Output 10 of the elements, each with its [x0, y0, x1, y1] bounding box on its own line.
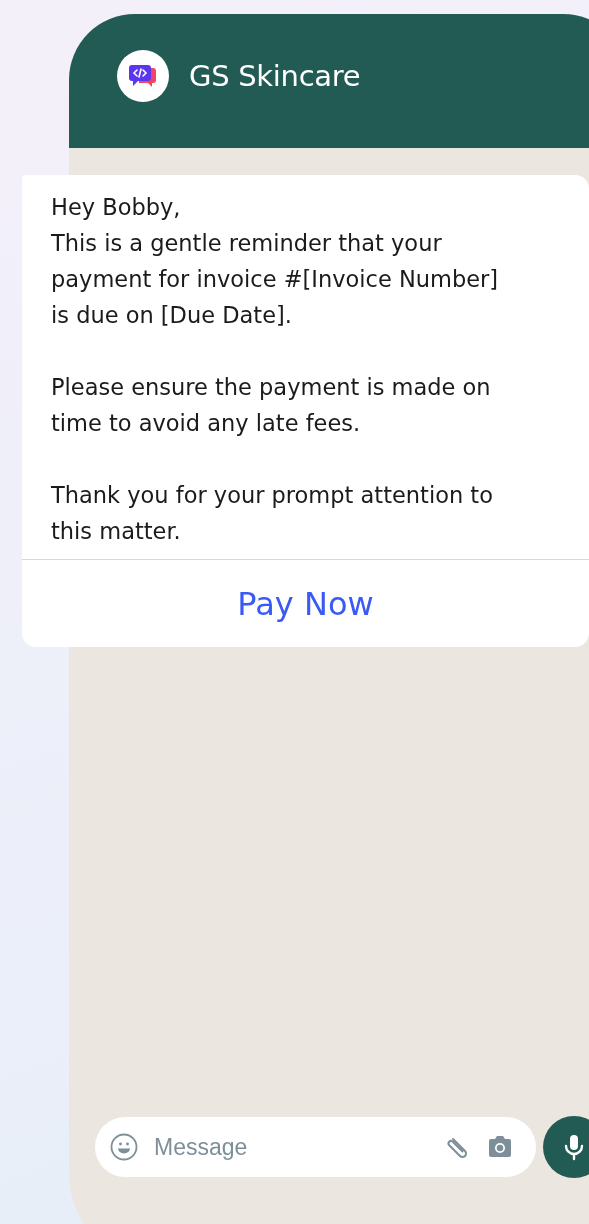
message-text: Hey Bobby, This is a gentle reminder that your payment for invoice #[Invoice Number] is due on [Due Date]. [51, 193, 500, 330]
emoji-icon[interactable] [110, 1133, 138, 1161]
message-text: Thank you for your prompt attention to this matter. [51, 481, 494, 546]
chat-title: GS Skincare [189, 59, 361, 93]
microphone-button[interactable] [543, 1116, 589, 1178]
message-input-field[interactable]: Message [152, 1132, 430, 1162]
logo-icon [117, 50, 169, 102]
message-bar[interactable]: Message [95, 1117, 536, 1177]
message-text: Please ensure the payment is made on time to avoid any late fees. [51, 373, 492, 438]
pay-now-button[interactable]: Pay Now [22, 559, 589, 647]
